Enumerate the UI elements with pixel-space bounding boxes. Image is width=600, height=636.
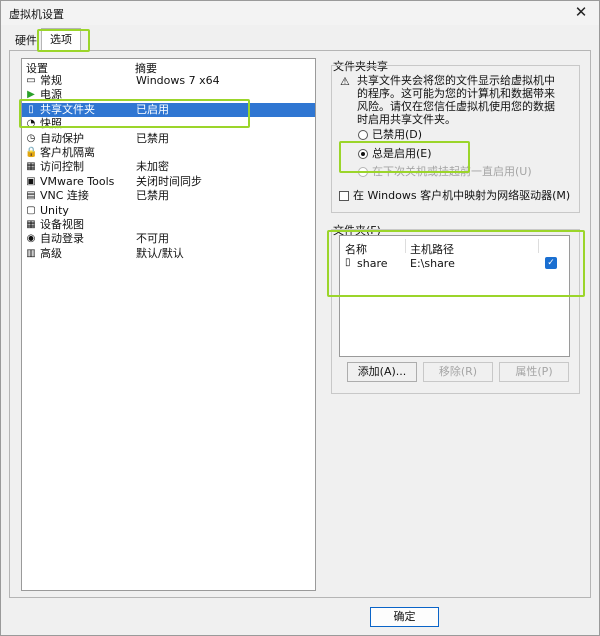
- settings-item[interactable]: ▦ 设备视图: [22, 218, 315, 232]
- settings-item[interactable]: ◔ 快照: [22, 117, 315, 131]
- settings-item-value: 默认/默认: [136, 246, 184, 260]
- settings-item-name: 共享文件夹: [40, 102, 95, 116]
- settings-item-value: 已启用: [136, 102, 169, 116]
- settings-item[interactable]: ▯ 共享文件夹 已启用: [22, 102, 315, 118]
- settings-item[interactable]: ◷ 自动保护 已禁用: [22, 132, 315, 146]
- settings-item-value: 已禁用: [136, 189, 169, 203]
- advanced-icon: ▥: [26, 247, 36, 259]
- settings-item[interactable]: ▦ 访问控制 未加密: [22, 160, 315, 174]
- ok-button[interactable]: 确定: [370, 607, 439, 627]
- snapshot-icon: ◔: [26, 118, 36, 130]
- device-view-icon: ▦: [26, 219, 36, 230]
- settings-item[interactable]: ▶ 电源: [22, 88, 315, 102]
- settings-item[interactable]: ▢ Unity: [22, 204, 315, 218]
- settings-item-name: 自动登录: [40, 232, 84, 246]
- close-icon[interactable]: ✕: [571, 2, 591, 22]
- autologon-icon: ◉: [26, 233, 36, 245]
- settings-item[interactable]: ◉ 自动登录 不可用: [22, 232, 315, 246]
- settings-item-value: 未加密: [136, 160, 169, 174]
- column-header-host-path: 主机路径: [410, 243, 454, 256]
- folders-table: 名称 主机路径 ▯ share E:\share ✓: [339, 235, 570, 357]
- shared-folder-icon: ▯: [28, 103, 34, 115]
- autoprotect-icon: ◷: [26, 132, 36, 144]
- settings-item-value: Windows 7 x64: [136, 74, 220, 87]
- settings-list: 设置 摘要 ▭ 常规 Windows 7 x64 ▶ 电源 ▯ 共享文件夹 已启用 ◔ 快照 ◷ 自动…: [21, 58, 316, 591]
- warning-icon: ⚠: [340, 75, 350, 88]
- add-folder-button[interactable]: 添加(A)...: [347, 362, 417, 382]
- unity-icon: ▢: [26, 204, 36, 216]
- vnc-icon: ▤: [26, 190, 36, 202]
- settings-item-name: Unity: [40, 203, 69, 217]
- checkbox-box: [339, 191, 349, 201]
- settings-item-value: 已禁用: [136, 131, 169, 145]
- settings-item-name: 自动保护: [40, 131, 84, 145]
- folder-icon: ▯: [345, 257, 351, 268]
- access-control-icon: ▦: [26, 161, 36, 173]
- tab-options[interactable]: 选项: [41, 28, 81, 51]
- settings-item-name: 常规: [40, 74, 62, 87]
- column-header-name: 名称: [345, 243, 367, 256]
- settings-item-name: 电源: [40, 88, 62, 102]
- radio-circle: [358, 167, 368, 177]
- title-bar: 虚拟机设置 ✕: [1, 1, 599, 25]
- settings-list-header: 设置 摘要: [22, 59, 315, 75]
- settings-item[interactable]: 🔒 客户机隔离: [22, 146, 315, 160]
- lock-icon: 🔒: [25, 147, 38, 158]
- general-icon: ▭: [26, 75, 36, 86]
- settings-item[interactable]: ▥ 高级 默认/默认: [22, 247, 315, 261]
- settings-item-name: 客户机隔离: [40, 146, 95, 159]
- vmware-tools-icon: ▣: [26, 175, 36, 187]
- tab-hardware[interactable]: 硬件: [9, 31, 43, 51]
- remove-folder-button[interactable]: 移除(R): [423, 362, 493, 382]
- power-icon: ▶: [27, 89, 35, 101]
- tab-strip: 硬件 选项: [1, 25, 599, 51]
- settings-item[interactable]: ▭ 常规 Windows 7 x64: [22, 74, 315, 88]
- settings-item[interactable]: ▣ VMware Tools 关闭时间同步: [22, 175, 315, 189]
- settings-item-name: 访问控制: [40, 160, 84, 174]
- window-title: 虚拟机设置: [9, 8, 64, 21]
- folder-properties-button[interactable]: 属性(P): [499, 362, 569, 382]
- radio-circle: [358, 130, 368, 140]
- folder-name[interactable]: share: [357, 257, 388, 270]
- settings-item-value: 不可用: [136, 232, 169, 246]
- folder-enabled-checkbox[interactable]: ✓: [545, 257, 557, 269]
- vm-settings-dialog: 虚拟机设置 ✕ 硬件 选项 设置 摘要 ▭ 常规 Windows 7 x64 ▶ 电源 ▯…: [0, 0, 600, 636]
- settings-item-name: 设备视图: [40, 218, 84, 231]
- radio-circle-checked: [358, 149, 368, 159]
- settings-item-name: VMware Tools: [40, 174, 115, 188]
- settings-item-name: 快照: [40, 117, 62, 131]
- folder-host-path[interactable]: E:\share: [410, 257, 455, 270]
- settings-item-value: 关闭时间同步: [136, 174, 202, 188]
- warning-text: 共享文件夹会将您的文件显示给虚拟机中 的程序。这可能为您的计算机和数据带来 风险…: [357, 74, 555, 126]
- settings-item[interactable]: ▤ VNC 连接 已禁用: [22, 189, 315, 203]
- settings-item-name: VNC 连接: [40, 189, 89, 203]
- settings-item-name: 高级: [40, 246, 62, 260]
